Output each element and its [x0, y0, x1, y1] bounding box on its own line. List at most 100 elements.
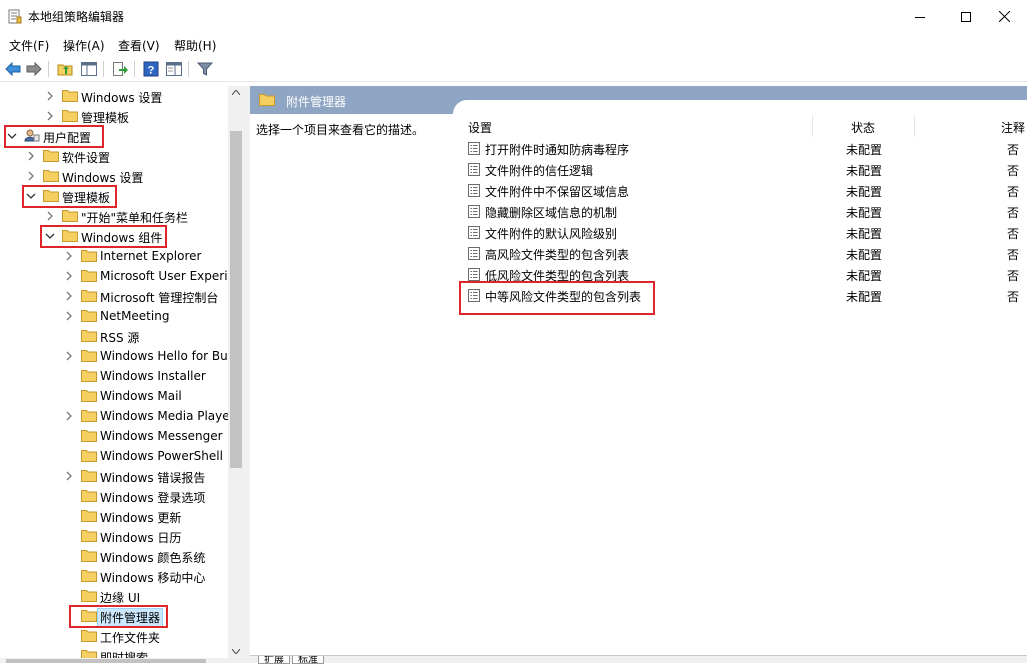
title-bar: 本地组策略编辑器 — [0, 0, 1027, 33]
tree-item[interactable]: Windows Media Playe — [0, 406, 228, 426]
tree-item[interactable]: Windows 设置 — [0, 166, 228, 186]
tree-vertical-scrollbar[interactable] — [228, 86, 244, 658]
collapsed-chevron-icon[interactable] — [45, 91, 55, 101]
collapsed-chevron-icon[interactable] — [64, 271, 74, 281]
tree-item[interactable]: 管理模板 — [0, 186, 228, 206]
tree-item[interactable]: Microsoft 管理控制台 — [0, 286, 228, 306]
list-item[interactable]: 文件附件的默认风险级别 未配置 否 — [462, 222, 1027, 243]
tree-hscroll-thumb[interactable] — [6, 659, 206, 663]
folder-icon — [81, 290, 97, 302]
tree-item[interactable]: Windows 日历 — [0, 526, 228, 546]
tree-item-label: Windows 设置 — [81, 91, 163, 105]
collapsed-chevron-icon[interactable] — [64, 351, 74, 361]
forward-button[interactable] — [24, 59, 44, 79]
forward-arrow-icon — [26, 62, 42, 76]
tree-item[interactable]: 管理模板 — [0, 106, 228, 126]
collapsed-chevron-icon[interactable] — [64, 411, 74, 421]
minimize-button[interactable] — [897, 0, 943, 33]
menu-view[interactable]: 查看(V) — [118, 37, 160, 54]
tree-horizontal-scrollbar[interactable] — [0, 658, 244, 663]
setting-name: 低风险文件类型的包含列表 — [485, 269, 630, 283]
menu-file[interactable]: 文件(F) — [9, 37, 49, 54]
list-item[interactable]: 低风险文件类型的包含列表 未配置 否 — [462, 264, 1027, 285]
collapsed-chevron-icon[interactable] — [45, 211, 55, 221]
tree-item[interactable]: "开始"菜单和任务栏 — [0, 206, 228, 226]
list-item[interactable]: 文件附件中不保留区域信息 未配置 否 — [462, 180, 1027, 201]
scroll-up-icon[interactable] — [232, 90, 240, 95]
settings-list[interactable]: 设置 状态 注释 打开附件时通知防病毒程序 未配置否文件附件的信任逻辑 未配置否文件… — [462, 114, 1027, 654]
tree-item[interactable]: NetMeeting — [0, 306, 228, 326]
help-button[interactable]: ? — [141, 59, 161, 79]
tree-item[interactable]: Windows Installer — [0, 366, 228, 386]
column-state[interactable]: 状态 — [851, 119, 875, 136]
collapsed-chevron-icon[interactable] — [26, 151, 36, 161]
toolbar: ? — [0, 56, 1027, 82]
column-separator[interactable] — [914, 115, 915, 137]
tree-item-label: 附件管理器 — [96, 608, 164, 627]
up-button[interactable] — [55, 59, 75, 79]
menu-action[interactable]: 操作(A) — [63, 37, 105, 54]
list-item[interactable]: 高风险文件类型的包含列表 未配置 否 — [462, 243, 1027, 264]
setting-state: 未配置 — [846, 248, 883, 262]
expanded-chevron-icon[interactable] — [45, 231, 55, 241]
expanded-chevron-icon[interactable] — [26, 191, 36, 201]
collapsed-chevron-icon[interactable] — [26, 171, 36, 181]
tree-item[interactable]: Windows Hello for Bu — [0, 346, 228, 366]
collapsed-chevron-icon[interactable] — [64, 251, 74, 261]
tree-item[interactable]: Windows 登录选项 — [0, 486, 228, 506]
tree-item[interactable]: Windows 设置 — [0, 86, 228, 106]
tree-item[interactable]: Microsoft User Experi — [0, 266, 228, 286]
tree-item[interactable]: Windows Messenger — [0, 426, 228, 446]
tree-scroll-thumb[interactable] — [230, 131, 242, 468]
close-button[interactable] — [981, 0, 1027, 33]
scroll-down-icon[interactable] — [232, 649, 240, 654]
tree-pane[interactable]: Windows 设置 管理模板 用户配置 软件设置 Windows 设置 管理模板 "开始"… — [0, 86, 228, 658]
list-item[interactable]: 打开附件时通知防病毒程序 未配置 否 — [462, 138, 1027, 159]
setting-name: 打开附件时通知防病毒程序 — [485, 143, 630, 157]
folder-icon — [81, 250, 97, 262]
tree-item[interactable]: Windows 错误报告 — [0, 466, 228, 486]
collapsed-chevron-icon[interactable] — [64, 311, 74, 321]
column-comment[interactable]: 注释 — [1001, 119, 1025, 136]
tree-item[interactable]: Windows 更新 — [0, 506, 228, 526]
extended-view-button[interactable] — [164, 59, 184, 79]
list-header: 设置 状态 注释 — [462, 115, 1027, 137]
tree-item[interactable]: Windows 组件 — [0, 226, 228, 246]
list-item[interactable]: 中等风险文件类型的包含列表 未配置 否 — [462, 285, 1027, 306]
tree-item-label: Windows Messenger — [100, 429, 223, 443]
menu-help[interactable]: 帮助(H) — [174, 37, 216, 54]
setting-state: 未配置 — [846, 185, 883, 199]
export-list-button[interactable] — [110, 59, 130, 79]
show-hide-tree-button[interactable] — [79, 59, 99, 79]
tree-item[interactable]: Windows PowerShell — [0, 446, 228, 466]
collapsed-chevron-icon[interactable] — [64, 471, 74, 481]
tree-item[interactable]: 软件设置 — [0, 146, 228, 166]
tree-item[interactable]: 即时搜索 — [0, 646, 228, 658]
folder-icon — [81, 530, 97, 542]
expanded-chevron-icon[interactable] — [7, 131, 17, 141]
tree-item[interactable]: Windows 颜色系统 — [0, 546, 228, 566]
collapsed-chevron-icon[interactable] — [64, 291, 74, 301]
column-setting[interactable]: 设置 — [468, 119, 492, 136]
tree-item[interactable]: Internet Explorer — [0, 246, 228, 266]
collapsed-chevron-icon[interactable] — [45, 111, 55, 121]
tree-item[interactable]: 工作文件夹 — [0, 626, 228, 646]
tree-item[interactable]: 边缘 UI — [0, 586, 228, 606]
tree-item[interactable]: 附件管理器 — [0, 606, 228, 627]
list-item[interactable]: 隐藏删除区域信息的机制 未配置 否 — [462, 201, 1027, 222]
list-item[interactable]: 文件附件的信任逻辑 未配置 否 — [462, 159, 1027, 180]
menu-bar: 文件(F) 操作(A) 查看(V) 帮助(H) — [0, 33, 1027, 55]
back-button[interactable] — [3, 59, 23, 79]
tree-item[interactable]: 用户配置 — [0, 126, 228, 146]
tree-item[interactable]: Windows Mail — [0, 386, 228, 406]
folder-icon — [81, 570, 97, 582]
tree-item-label: Windows 错误报告 — [100, 471, 206, 485]
setting-state: 未配置 — [846, 164, 883, 178]
tree-item[interactable]: Windows 移动中心 — [0, 566, 228, 586]
tree-item[interactable]: RSS 源 — [0, 326, 228, 346]
tree-item-label: Windows Installer — [100, 369, 206, 383]
filter-button[interactable] — [195, 59, 215, 79]
setting-comment: 否 — [1007, 290, 1020, 304]
column-separator[interactable] — [812, 115, 813, 137]
extended-view-icon — [166, 62, 182, 76]
